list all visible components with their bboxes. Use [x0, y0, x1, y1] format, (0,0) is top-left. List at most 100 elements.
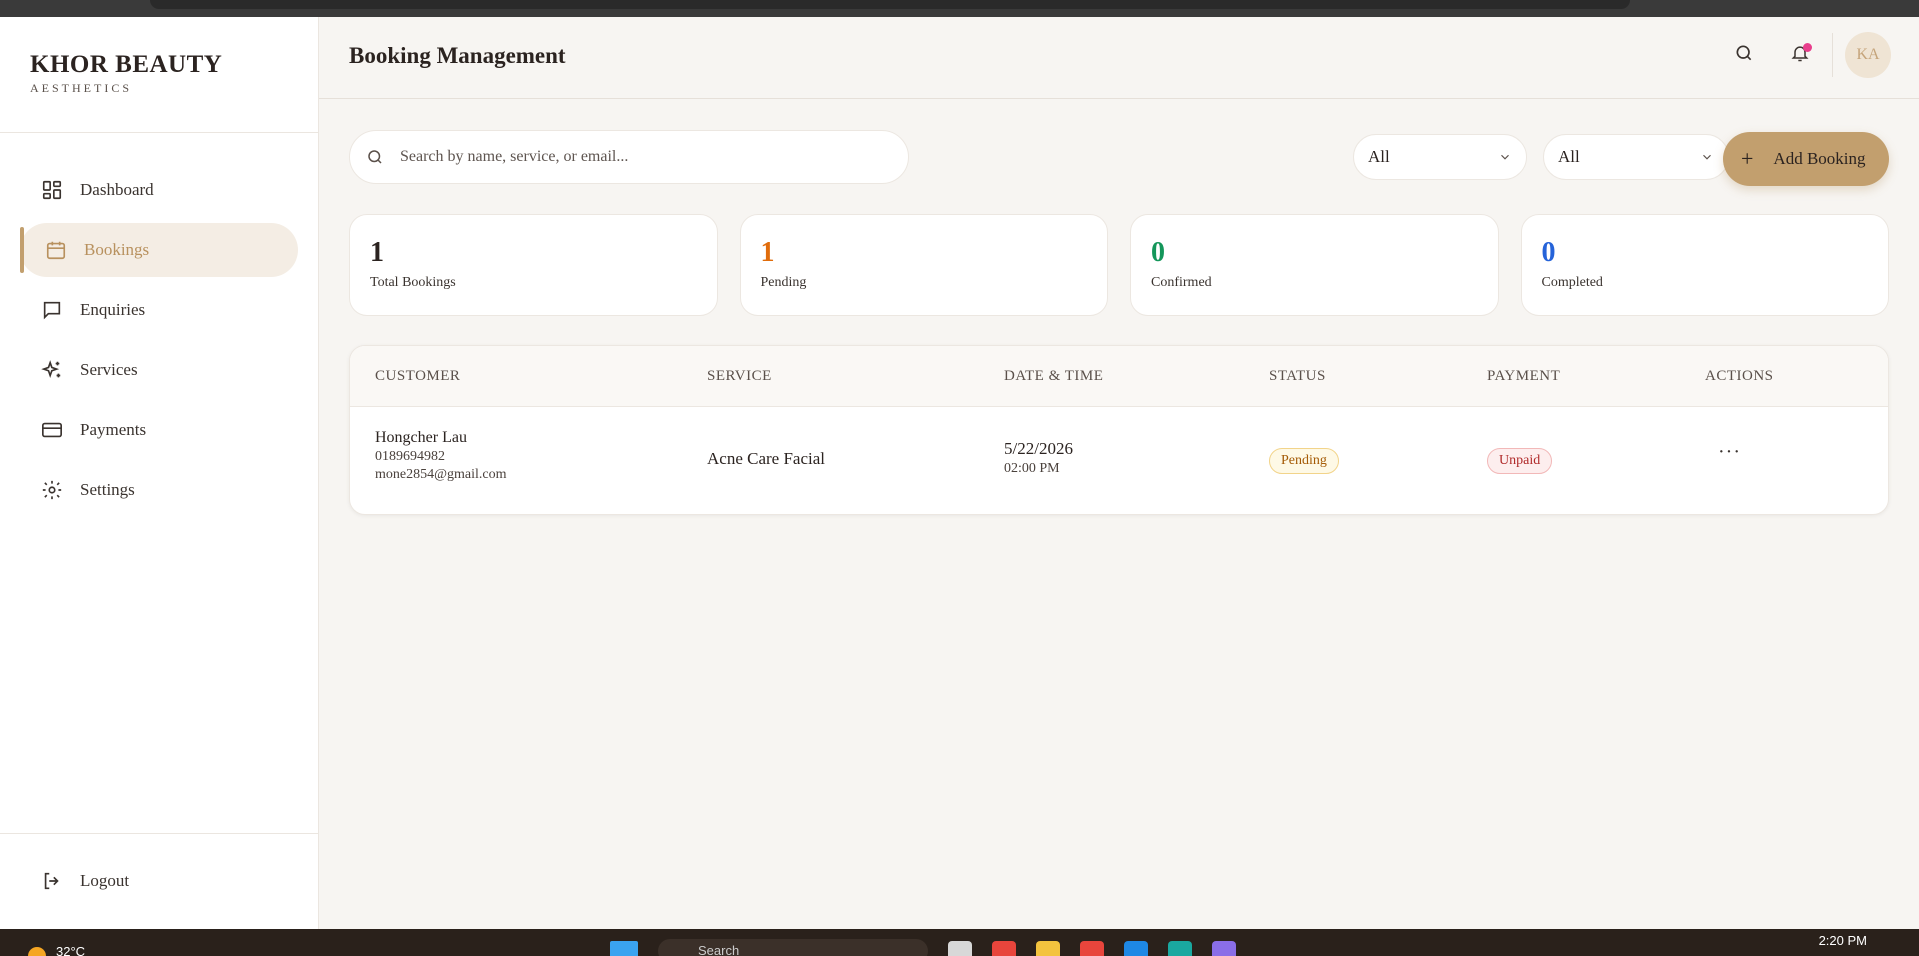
- chevron-down-icon: [1700, 150, 1714, 164]
- avatar[interactable]: KA: [1845, 32, 1891, 78]
- message-icon: [40, 298, 64, 322]
- status-filter-select[interactable]: All: [1353, 134, 1527, 180]
- gear-icon: [40, 478, 64, 502]
- search-box: [349, 130, 909, 184]
- stat-card-total: 1 Total Bookings: [349, 214, 718, 316]
- header-actions: KA: [1724, 32, 1891, 78]
- taskbar-search[interactable]: Search: [658, 939, 928, 956]
- calendar-icon: [44, 238, 68, 262]
- notepad-icon[interactable]: [948, 941, 972, 956]
- row-actions-cell: ···: [1718, 441, 1741, 464]
- column-header-status: STATUS: [1269, 368, 1326, 384]
- browser-top-strip: [0, 0, 1919, 17]
- date-time-cell: 5/22/2026 02:00 PM: [1004, 439, 1073, 477]
- column-header-customer: CUSTOMER: [375, 368, 461, 384]
- stats-row: 1 Total Bookings 1 Pending 0 Confirmed 0…: [349, 214, 1889, 316]
- sparkles-icon: [40, 358, 64, 382]
- page-title: Booking Management: [349, 43, 566, 68]
- brand-name: KHOR BEAUTY: [30, 51, 223, 78]
- edge-icon[interactable]: [1168, 941, 1192, 956]
- stat-label: Confirmed: [1151, 275, 1212, 290]
- stat-card-completed: 0 Completed: [1520, 214, 1889, 316]
- credit-card-icon: [40, 418, 64, 442]
- customer-phone: 0189694982: [375, 449, 445, 464]
- search-input[interactable]: [400, 148, 880, 166]
- app-shell: KHOR BEAUTY AESTHETICS Dashboard Booking…: [0, 17, 1919, 929]
- taskbar-apps: Search: [610, 939, 1236, 956]
- brand-logo: KHOR BEAUTY AESTHETICS: [0, 17, 318, 133]
- service-cell: Acne Care Facial: [707, 449, 825, 468]
- table-row[interactable]: Hongcher Lau 0189694982 mone2854@gmail.c…: [350, 407, 1888, 514]
- payment-filter-select[interactable]: All: [1543, 134, 1729, 180]
- sidebar-item-dashboard[interactable]: Dashboard: [20, 163, 298, 217]
- booking-time: 02:00 PM: [1004, 461, 1060, 476]
- bookings-table: CUSTOMER SERVICE DATE & TIME STATUS PAYM…: [349, 345, 1889, 515]
- sidebar: KHOR BEAUTY AESTHETICS Dashboard Booking…: [0, 17, 319, 929]
- weather-widget[interactable]: 32°C: [28, 937, 85, 956]
- stat-card-confirmed: 0 Confirmed: [1130, 214, 1499, 316]
- status-cell: Pending: [1269, 448, 1339, 474]
- main-content: Booking Management KA Search by name, se…: [319, 17, 1919, 929]
- page-header: Booking Management KA: [319, 17, 1919, 99]
- column-header-date-time: DATE & TIME: [1004, 368, 1104, 384]
- sidebar-item-services[interactable]: Services: [20, 343, 298, 397]
- customer-cell: Hongcher Lau 0189694982 mone2854@gmail.c…: [375, 429, 506, 483]
- sidebar-item-label: Services: [80, 360, 138, 379]
- folder-icon[interactable]: [1036, 941, 1060, 956]
- vscode-icon[interactable]: [1124, 941, 1148, 956]
- weather-temperature: 32°C: [56, 943, 86, 956]
- taskbar-clock[interactable]: 2:20 PM: [1819, 933, 1867, 948]
- status-filter-value: All: [1368, 147, 1390, 166]
- sidebar-item-payments[interactable]: Payments: [20, 403, 298, 457]
- customer-email: mone2854@gmail.com: [375, 467, 507, 482]
- stat-value: 1: [370, 237, 384, 268]
- logout-icon: [40, 869, 64, 893]
- notification-dot: [1803, 43, 1812, 52]
- app-icon[interactable]: [1212, 941, 1236, 956]
- table-header: CUSTOMER SERVICE DATE & TIME STATUS PAYM…: [350, 346, 1888, 407]
- column-header-actions: ACTIONS: [1705, 368, 1774, 384]
- browser-address-bar: [150, 0, 1630, 9]
- payment-cell: Unpaid: [1487, 448, 1553, 474]
- sidebar-item-settings[interactable]: Settings: [20, 463, 298, 517]
- chevron-down-icon: [1498, 150, 1512, 164]
- stat-label: Total Bookings: [370, 275, 456, 290]
- sidebar-footer: Logout: [0, 833, 318, 929]
- stat-value: 0: [1151, 237, 1165, 268]
- payment-badge: Unpaid: [1487, 448, 1553, 474]
- logout-label: Logout: [80, 871, 130, 890]
- notifications-button[interactable]: [1780, 35, 1820, 75]
- stat-label: Pending: [760, 275, 807, 290]
- windows-start-icon[interactable]: [610, 941, 638, 956]
- sidebar-nav: Dashboard Bookings Enquiries Services Pa…: [0, 133, 318, 517]
- customer-name: Hongcher Lau: [375, 429, 467, 446]
- sidebar-item-label: Payments: [80, 420, 147, 439]
- chrome-profile-icon[interactable]: [1080, 941, 1104, 956]
- brand-subtitle: AESTHETICS: [30, 81, 132, 95]
- status-badge: Pending: [1269, 448, 1339, 474]
- sidebar-item-enquiries[interactable]: Enquiries: [20, 283, 298, 337]
- search-icon: [364, 146, 386, 168]
- sidebar-item-label: Dashboard: [80, 180, 154, 199]
- more-options-icon[interactable]: ···: [1718, 441, 1741, 463]
- header-divider: [1832, 33, 1833, 77]
- logout-button[interactable]: Logout: [40, 869, 129, 893]
- sidebar-item-label: Enquiries: [80, 300, 146, 319]
- stat-label: Completed: [1541, 275, 1603, 290]
- column-header-service: SERVICE: [707, 368, 772, 384]
- os-taskbar: 32°C Search 2:20 PM: [0, 929, 1919, 956]
- plus-icon: +: [1741, 146, 1754, 171]
- chrome-icon[interactable]: [992, 941, 1016, 956]
- stat-card-pending: 1 Pending: [739, 214, 1108, 316]
- header-search-button[interactable]: [1724, 35, 1764, 75]
- search-icon: [1734, 43, 1754, 68]
- sidebar-item-label: Bookings: [84, 240, 150, 259]
- add-booking-label: Add Booking: [1773, 149, 1866, 168]
- add-booking-button[interactable]: + Add Booking: [1723, 132, 1889, 186]
- sidebar-item-label: Settings: [80, 480, 135, 499]
- toolbar: All All + Add Booking: [349, 130, 1889, 186]
- sidebar-item-bookings[interactable]: Bookings: [20, 223, 298, 277]
- grid-icon: [40, 178, 64, 202]
- column-header-payment: PAYMENT: [1487, 368, 1561, 384]
- booking-date: 5/22/2026: [1004, 439, 1073, 458]
